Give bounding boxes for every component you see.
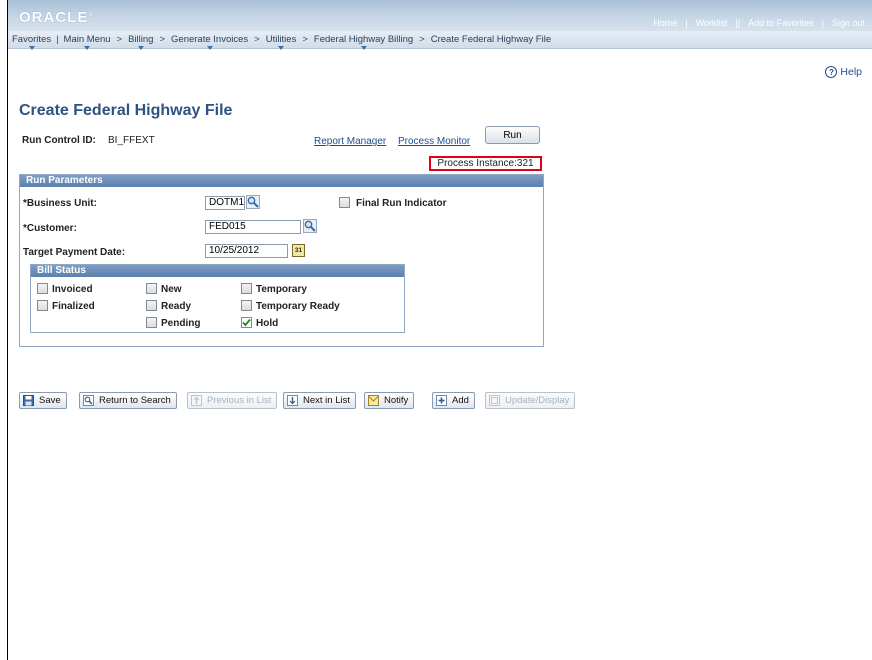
add-button[interactable]: Add	[432, 392, 475, 409]
add-icon	[436, 395, 447, 406]
update-display-button[interactable]: Update/Display	[485, 392, 576, 409]
search-icon[interactable]	[303, 219, 317, 233]
finalized-label: Finalized	[52, 301, 95, 312]
run-control-label: Run Control ID:	[22, 135, 96, 146]
breadcrumb-generate-invoices[interactable]: Generate Invoices	[170, 34, 249, 50]
calendar-icon[interactable]: 31	[292, 244, 305, 257]
return-to-search-button[interactable]: Return to Search	[79, 392, 177, 409]
hold-checkbox[interactable]	[241, 317, 252, 328]
save-button[interactable]: Save	[19, 392, 67, 409]
search-icon[interactable]	[246, 195, 260, 209]
chevron-down-icon	[137, 46, 144, 50]
business-unit-input[interactable]: DOTM1	[205, 196, 245, 210]
pending-checkbox[interactable]	[146, 317, 157, 328]
arrow-up-icon	[191, 395, 202, 406]
final-run-indicator-label: Final Run Indicator	[356, 198, 447, 209]
temporary-label: Temporary	[256, 284, 307, 295]
worklist-link[interactable]: Worklist	[688, 18, 736, 28]
breadcrumb-create-federal-highway-file[interactable]: Create Federal Highway File	[430, 34, 552, 45]
run-parameters-header: Run Parameters	[20, 175, 543, 187]
top-links: Home | Worklist || Add to Favorites | Si…	[645, 16, 872, 30]
bill-status-header: Bill Status	[31, 265, 404, 277]
breadcrumb-favorites[interactable]: Favorites	[11, 34, 52, 50]
new-label: New	[161, 284, 182, 295]
invoiced-checkbox[interactable]	[37, 283, 48, 294]
sign-out-link[interactable]: Sign out	[824, 18, 872, 28]
new-checkbox[interactable]	[146, 283, 157, 294]
notify-button[interactable]: Notify	[364, 392, 415, 409]
pending-label: Pending	[161, 318, 201, 329]
ready-label: Ready	[161, 301, 192, 312]
breadcrumb: Favorites | Main Menu > Billing > Genera…	[8, 31, 872, 50]
chevron-down-icon	[278, 46, 285, 50]
breadcrumb-federal-highway-billing[interactable]: Federal Highway Billing	[313, 34, 414, 50]
breadcrumb-utilities[interactable]: Utilities	[265, 34, 298, 50]
invoiced-label: Invoiced	[52, 284, 93, 295]
bill-status-group: Bill Status Invoiced Finalized New Ready…	[30, 264, 405, 333]
customer-input[interactable]: FED015	[205, 220, 301, 234]
page-title: Create Federal Highway File	[19, 102, 233, 119]
top-banner: ORACLE® Home | Worklist || Add to Favori…	[8, 0, 872, 31]
run-parameters-group: Run Parameters *Business Unit: DOTM1 Fin…	[19, 174, 544, 347]
target-payment-date-input[interactable]: 10/25/2012	[205, 244, 288, 258]
process-monitor-link[interactable]: Process Monitor	[398, 136, 470, 147]
chevron-down-icon	[84, 46, 91, 50]
chevron-down-icon	[360, 46, 367, 50]
check-icon	[242, 318, 251, 327]
chevron-down-icon	[28, 46, 35, 50]
finalized-checkbox[interactable]	[37, 300, 48, 311]
temporary-ready-checkbox[interactable]	[241, 300, 252, 311]
page-frame: ORACLE® Home | Worklist || Add to Favori…	[7, 0, 872, 660]
update-display-icon	[489, 395, 500, 406]
save-icon	[23, 395, 34, 406]
run-button[interactable]: Run	[485, 126, 540, 144]
previous-in-list-button[interactable]: Previous in List	[187, 392, 278, 409]
notify-icon	[368, 395, 379, 406]
hold-label: Hold	[256, 318, 279, 329]
business-unit-label: *Business Unit:	[23, 198, 97, 209]
target-payment-date-label: Target Payment Date:	[23, 247, 126, 258]
final-run-indicator-checkbox[interactable]	[339, 197, 350, 208]
run-control-value: BI_FFEXT	[108, 135, 155, 146]
process-instance: Process Instance:321	[429, 156, 542, 171]
chevron-down-icon	[206, 46, 213, 50]
help-link[interactable]: ? Help	[825, 66, 862, 78]
next-in-list-button[interactable]: Next in List	[283, 392, 356, 409]
oracle-logo: ORACLE®	[19, 9, 95, 26]
temporary-checkbox[interactable]	[241, 283, 252, 294]
arrow-down-icon	[287, 395, 298, 406]
breadcrumb-main-menu[interactable]: Main Menu	[63, 34, 112, 50]
home-link[interactable]: Home	[645, 18, 685, 28]
report-manager-link[interactable]: Report Manager	[314, 136, 386, 147]
breadcrumb-billing[interactable]: Billing	[127, 34, 154, 50]
return-to-search-icon	[83, 395, 94, 406]
ready-checkbox[interactable]	[146, 300, 157, 311]
help-icon: ?	[825, 66, 838, 78]
customer-label: *Customer:	[23, 223, 77, 234]
temporary-ready-label: Temporary Ready	[256, 301, 340, 312]
add-to-favorites-link[interactable]: Add to Favorites	[740, 18, 822, 28]
